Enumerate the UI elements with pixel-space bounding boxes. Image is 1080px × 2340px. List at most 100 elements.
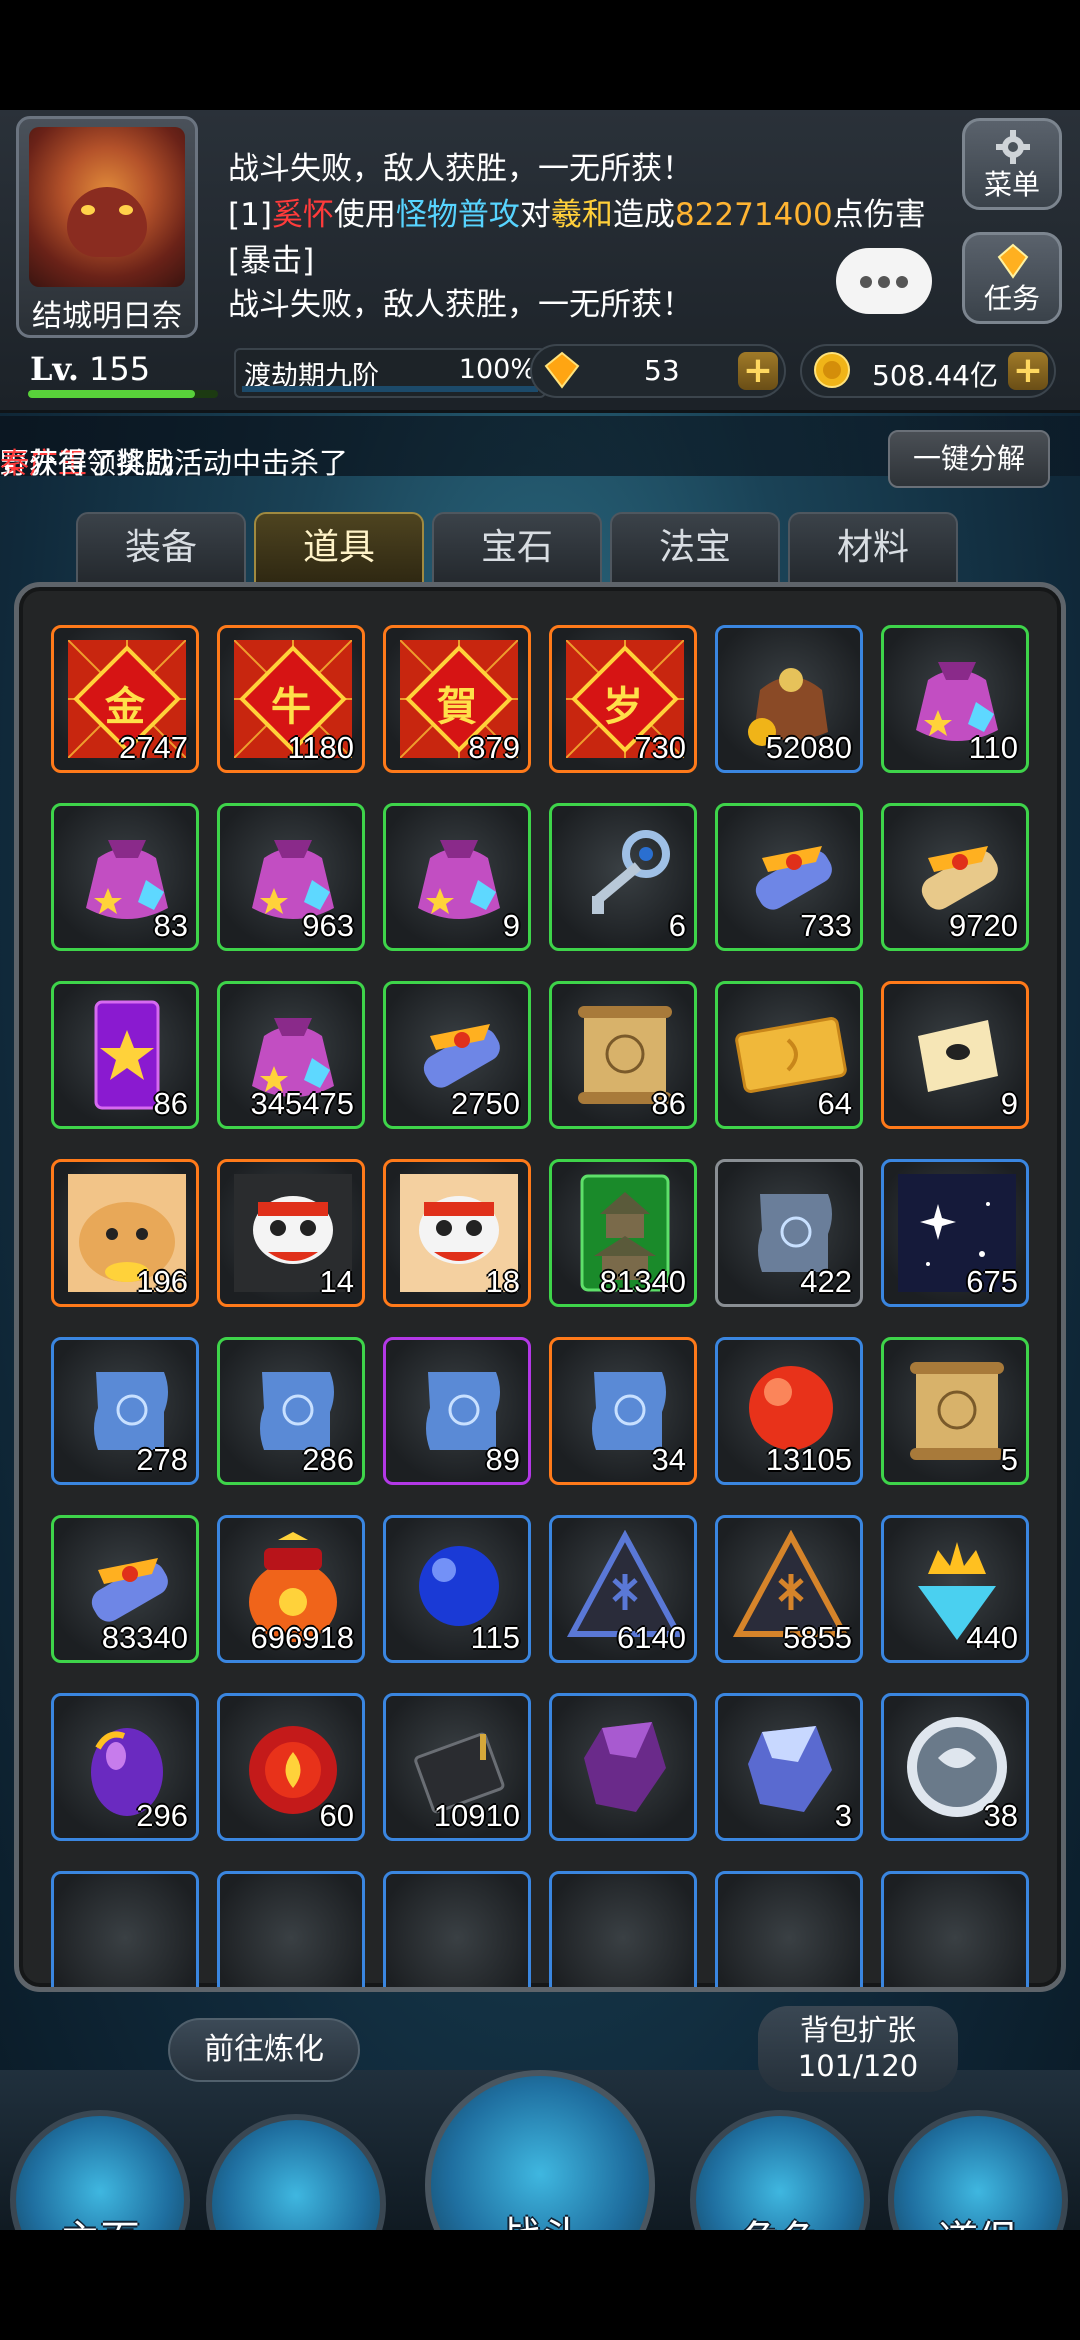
inventory-slot[interactable]: 86 bbox=[51, 981, 199, 1129]
inventory-slot[interactable]: 牛 1180 bbox=[217, 625, 365, 773]
item-count: 83 bbox=[153, 908, 188, 943]
inventory-slot[interactable] bbox=[383, 1871, 531, 1987]
inventory-slot[interactable]: 345475 bbox=[217, 981, 365, 1129]
nav-bag[interactable]: 行囊 bbox=[206, 2114, 386, 2230]
avatar[interactable]: 结城明日奈 bbox=[16, 116, 198, 338]
inventory-slot[interactable]: 963 bbox=[217, 803, 365, 951]
inventory-slot[interactable]: 3 bbox=[715, 1693, 863, 1841]
inventory-slot[interactable]: 5 bbox=[881, 1337, 1029, 1485]
log-line: 战斗失败，敌人获胜，一无所获！ bbox=[228, 282, 693, 328]
nav-home[interactable]: 主页 bbox=[10, 2110, 190, 2230]
chat-button[interactable] bbox=[836, 248, 932, 314]
gold-coin-icon bbox=[814, 352, 850, 388]
item-count: 86 bbox=[651, 1086, 686, 1121]
inventory-panel[interactable]: 金 2747 牛 1180 賀 879 岁 730 52080 110 83 963 9 6 733 9720… bbox=[14, 582, 1066, 1992]
inventory-slot[interactable]: 9 bbox=[881, 981, 1029, 1129]
inventory-slot[interactable]: 13105 bbox=[715, 1337, 863, 1485]
tab-equipment[interactable]: 装备 bbox=[76, 512, 246, 584]
inventory-slot[interactable]: 196 bbox=[51, 1159, 199, 1307]
paper-note-icon bbox=[918, 1020, 998, 1092]
nav-character[interactable]: 角色 bbox=[690, 2110, 870, 2230]
inventory-slot[interactable] bbox=[217, 1871, 365, 1987]
inventory-slot[interactable]: 422 bbox=[715, 1159, 863, 1307]
inventory-slot[interactable]: 岁 730 bbox=[549, 625, 697, 773]
announcement-after: ，获得了奖励 bbox=[0, 446, 175, 480]
inventory-slot[interactable]: 296 bbox=[51, 1693, 199, 1841]
inventory-slot[interactable] bbox=[51, 1871, 199, 1987]
avatar-eye-left bbox=[81, 205, 95, 215]
inventory-slot[interactable]: 696918 bbox=[217, 1515, 365, 1663]
item-count: 5855 bbox=[783, 1620, 852, 1655]
inventory-slot[interactable]: 金 2747 bbox=[51, 625, 199, 773]
inventory-slot[interactable] bbox=[549, 1871, 697, 1987]
inventory-slot[interactable]: 83 bbox=[51, 803, 199, 951]
nav-battle[interactable]: 战斗 bbox=[425, 2070, 655, 2230]
inventory-slot[interactable]: 5855 bbox=[715, 1515, 863, 1663]
nav-battle-label: 战斗 bbox=[431, 2204, 649, 2230]
item-count: 10910 bbox=[433, 1798, 520, 1833]
inventory-slot[interactable]: 733 bbox=[715, 803, 863, 951]
refine-button[interactable]: 前往炼化 bbox=[168, 2018, 360, 2082]
inventory-slot[interactable]: 9720 bbox=[881, 803, 1029, 951]
inventory-slot[interactable]: 38 bbox=[881, 1693, 1029, 1841]
item-count: 64 bbox=[817, 1086, 852, 1121]
inventory-slot[interactable]: 81340 bbox=[549, 1159, 697, 1307]
inventory-slot[interactable]: 10910 bbox=[383, 1693, 531, 1841]
decompose-all-button[interactable]: 一键分解 bbox=[888, 430, 1050, 488]
nav-companion[interactable]: 道侣 bbox=[888, 2110, 1068, 2230]
menu-button[interactable]: 菜单 bbox=[962, 118, 1062, 210]
inventory-slot[interactable]: 64 bbox=[715, 981, 863, 1129]
expand-bag-button[interactable]: 背包扩张 101/120 bbox=[758, 2006, 958, 2092]
item-count: 296 bbox=[136, 1798, 188, 1833]
tab-gems[interactable]: 宝石 bbox=[432, 512, 602, 584]
item-count: 1180 bbox=[287, 730, 354, 765]
inventory-slot[interactable]: 34 bbox=[549, 1337, 697, 1485]
inventory-slot[interactable] bbox=[881, 1871, 1029, 1987]
log-segment: 羲和 bbox=[550, 197, 613, 233]
tab-treasures[interactable]: 法宝 bbox=[610, 512, 780, 584]
chat-dot bbox=[860, 276, 872, 288]
inventory-slot[interactable]: 賀 879 bbox=[383, 625, 531, 773]
inventory-slot[interactable]: 9 bbox=[383, 803, 531, 951]
menu-label: 菜单 bbox=[983, 168, 1040, 201]
tab-items[interactable]: 道具 bbox=[254, 512, 424, 584]
realm-progress-bar bbox=[242, 386, 538, 392]
inventory-slot[interactable]: 86 bbox=[549, 981, 697, 1129]
add-gold-button[interactable]: + bbox=[1008, 352, 1048, 390]
nav-home-label: 主页 bbox=[16, 2208, 184, 2230]
avatar-portrait bbox=[29, 127, 185, 287]
inventory-slot[interactable]: 89 bbox=[383, 1337, 531, 1485]
item-count: 278 bbox=[136, 1442, 188, 1477]
key-icon bbox=[591, 830, 670, 914]
old-scroll-icon bbox=[910, 1362, 1004, 1460]
tab-materials[interactable]: 材料 bbox=[788, 512, 958, 584]
item-count: 286 bbox=[302, 1442, 354, 1477]
inventory-slot[interactable]: 52080 bbox=[715, 625, 863, 773]
gem-amount: 53 bbox=[644, 354, 680, 387]
inventory-slot[interactable] bbox=[715, 1871, 863, 1987]
inventory-slot[interactable]: 440 bbox=[881, 1515, 1029, 1663]
inventory-slot[interactable]: 83340 bbox=[51, 1515, 199, 1663]
expand-bag-title: 背包扩张 bbox=[799, 2013, 916, 2047]
inventory-slot[interactable]: 14 bbox=[217, 1159, 365, 1307]
inventory-slot[interactable]: 675 bbox=[881, 1159, 1029, 1307]
item-count: 696918 bbox=[250, 1620, 354, 1655]
item-count: 963 bbox=[302, 908, 354, 943]
inventory-slot[interactable]: 60 bbox=[217, 1693, 365, 1841]
log-line: 战斗失败，敌人获胜，一无所获！ bbox=[228, 146, 693, 192]
inventory-slot[interactable]: 2750 bbox=[383, 981, 531, 1129]
inventory-slot[interactable]: 6 bbox=[549, 803, 697, 951]
inventory-slot[interactable]: 18 bbox=[383, 1159, 531, 1307]
inventory-slot[interactable]: 110 bbox=[881, 625, 1029, 773]
lucky-bag-icon bbox=[418, 840, 500, 919]
inventory-slot[interactable]: 286 bbox=[217, 1337, 365, 1485]
system-nav-area bbox=[0, 2230, 1080, 2340]
inventory-slot[interactable]: 6140 bbox=[549, 1515, 697, 1663]
inventory-slot[interactable]: 278 bbox=[51, 1337, 199, 1485]
inventory-slot[interactable] bbox=[549, 1693, 697, 1841]
status-bar-area bbox=[0, 0, 1080, 110]
battle-log[interactable]: 战斗失败，敌人获胜，一无所获！ [1]奚怀使用怪物普攻对羲和造成82271400… bbox=[216, 110, 946, 342]
inventory-slot[interactable]: 115 bbox=[383, 1515, 531, 1663]
task-button[interactable]: 任务 bbox=[962, 232, 1062, 324]
add-gem-button[interactable]: + bbox=[738, 352, 778, 390]
